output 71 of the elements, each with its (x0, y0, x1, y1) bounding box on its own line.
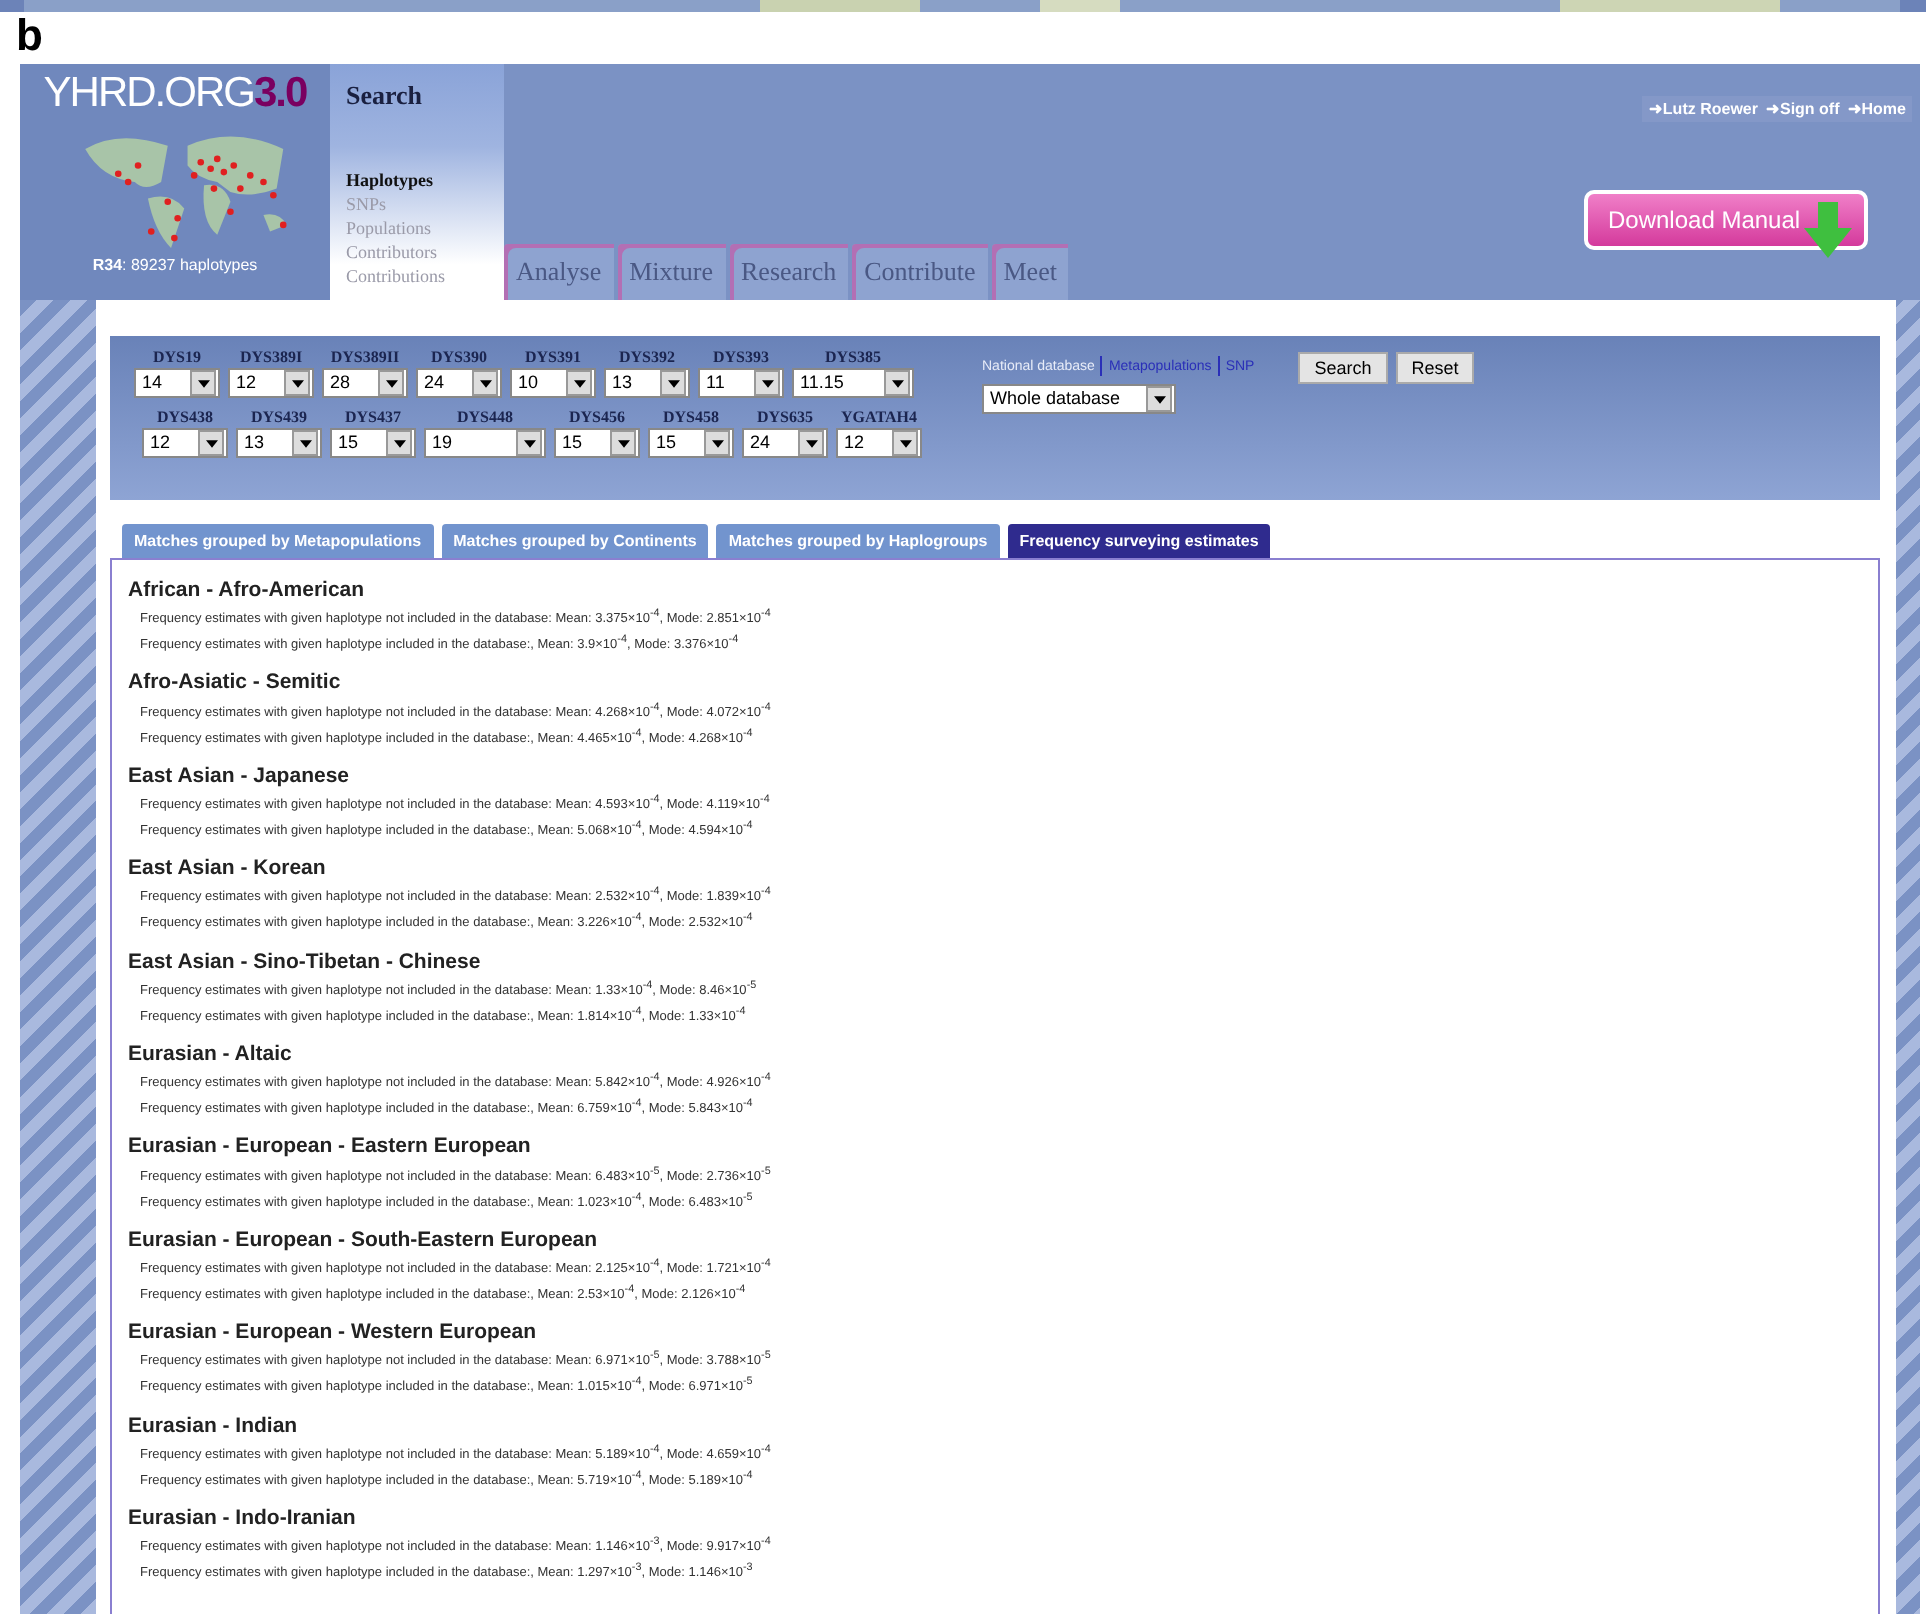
marker-select[interactable]: 12 (142, 428, 228, 458)
population-heading: Eurasian - Indian (128, 1411, 300, 1440)
population-heading: Eurasian - European - South-Eastern European (128, 1225, 600, 1254)
marker-label: DYS392 (618, 348, 675, 368)
marker-label: DYS438 (156, 408, 213, 428)
database-select[interactable]: Whole database (982, 384, 1176, 414)
marker-select[interactable]: 19 (424, 428, 546, 458)
population-heading: Afro-Asiatic - Semitic (128, 668, 343, 697)
marker-select[interactable]: 24 (416, 368, 502, 398)
marker-select[interactable]: 10 (510, 368, 596, 398)
marker-select[interactable]: 11.15 (792, 368, 914, 398)
marker-select[interactable]: 11 (698, 368, 784, 398)
marker-select[interactable]: 15 (330, 428, 416, 458)
site-logo[interactable]: YHRD.ORG (43, 70, 254, 116)
marker-label: DYS458 (662, 408, 719, 428)
menu-item[interactable]: Haplotypes (346, 168, 504, 192)
caret-icon (292, 430, 318, 456)
caret-icon (198, 430, 224, 456)
caret-icon (378, 370, 404, 396)
caret-icon (884, 370, 910, 396)
population-heading: East Asian - Sino-Tibetan - Chinese (128, 947, 483, 976)
marker-select[interactable]: 15 (554, 428, 640, 458)
population-heading: East Asian - Korean (128, 854, 328, 883)
caret-icon (190, 370, 216, 396)
caret-icon (516, 430, 542, 456)
marker-label: YGATAH4 (841, 408, 917, 428)
marker-select[interactable]: 15 (648, 428, 734, 458)
caret-icon (284, 370, 310, 396)
marker-label: DYS635 (756, 408, 813, 428)
caret-icon (610, 430, 636, 456)
marker-select[interactable]: 12 (228, 368, 314, 398)
down-arrow-icon (1804, 202, 1852, 258)
caret-icon (892, 430, 918, 456)
population-heading: Eurasian - Indo-Iranian (128, 1503, 358, 1532)
marker-label: DYS390 (430, 348, 487, 368)
marker-label: DYS389II (330, 348, 400, 368)
caret-icon (798, 430, 824, 456)
marker-select[interactable]: 12 (836, 428, 922, 458)
marker-label: DYS391 (524, 348, 581, 368)
caret-icon (1146, 386, 1172, 412)
marker-label: DYS389I (239, 348, 303, 368)
caret-icon (472, 370, 498, 396)
marker-label: DYS385 (824, 348, 881, 368)
marker-select[interactable]: 13 (604, 368, 690, 398)
marker-select[interactable]: 13 (236, 428, 322, 458)
population-heading: East Asian - Japanese (128, 761, 351, 790)
form-button[interactable]: Search (1298, 352, 1388, 384)
population-heading: African - Afro-American (128, 576, 367, 604)
form-button[interactable]: Reset (1395, 352, 1475, 384)
marker-label: DYS448 (456, 408, 513, 428)
result-tab[interactable]: Frequency surveying estimates (1007, 524, 1271, 558)
marker-label: DYS456 (568, 408, 625, 428)
population-heading: Eurasian - European - Eastern European (128, 1132, 533, 1161)
haplotype-count: R34: 89237 haplotypes (92, 256, 258, 274)
menu-title[interactable]: Search (346, 80, 504, 112)
caret-icon (386, 430, 412, 456)
marker-label: DYS393 (712, 348, 769, 368)
marker-label: DYS19 (152, 348, 201, 368)
version-label: 3.0 (253, 70, 307, 116)
marker-select[interactable]: 14 (134, 368, 220, 398)
marker-label: DYS439 (250, 408, 307, 428)
marker-select[interactable]: 28 (322, 368, 408, 398)
marker-select[interactable]: 24 (742, 428, 828, 458)
panel-label: b (14, 12, 45, 64)
marker-label: DYS437 (344, 408, 401, 428)
population-heading: Eurasian - European - Western European (128, 1318, 539, 1347)
caret-icon (754, 370, 780, 396)
caret-icon (566, 370, 592, 396)
population-heading: Eurasian - Altaic (128, 1039, 294, 1068)
caret-icon (660, 370, 686, 396)
caret-icon (704, 430, 730, 456)
